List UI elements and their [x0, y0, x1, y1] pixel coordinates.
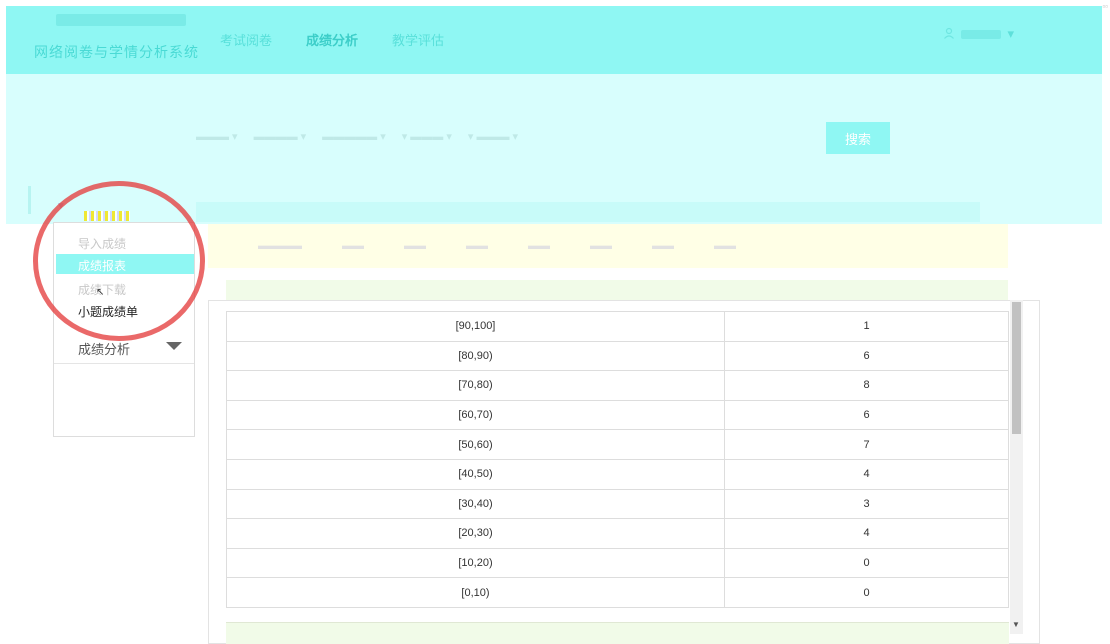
filter-type-select[interactable]: ▾ ▬▬▬ ▾: [402, 130, 452, 143]
caret-down-icon: ▾: [1007, 26, 1014, 41]
filter-subject-select[interactable]: ▬▬▬▬ ▾: [254, 130, 307, 143]
next-table-header: [226, 622, 1009, 644]
student-count-cell: 4: [724, 518, 1009, 549]
summary-cell: ▬▬: [528, 240, 550, 252]
filter-bar: ▬▬▬ ▾ ▬▬▬▬ ▾ ▬▬▬▬▬ ▾ ▾ ▬▬▬ ▾ ▾ ▬▬▬ ▾: [196, 130, 518, 143]
sidebar-divider: [54, 363, 194, 364]
score-range-cell: [10,20): [226, 547, 725, 579]
mouse-cursor-icon: ↖: [96, 287, 105, 298]
score-range-cell: [40,50): [226, 458, 725, 490]
distribution-header: [226, 280, 1008, 302]
table-row: [10,20) 0: [226, 547, 1009, 579]
student-count-cell: 8: [724, 370, 1009, 401]
table-row: [70,80) 8: [226, 370, 1009, 401]
table-row: [80,90) 6: [226, 340, 1009, 372]
summary-cell: ▬▬: [590, 240, 612, 252]
score-distribution-table: [90,100] 1 [80,90) 6 [70,80) 8 [60,70) 6 [50,60)…: [226, 311, 1009, 608]
table-row: [30,40) 3: [226, 488, 1009, 520]
student-count-cell: 6: [724, 399, 1009, 431]
summary-row: ▬▬▬▬ ▬▬ ▬▬ ▬▬ ▬▬ ▬▬ ▬▬ ▬▬: [208, 224, 1008, 268]
student-count-cell: 7: [724, 429, 1009, 460]
student-count-cell: 0: [724, 577, 1009, 608]
student-count-cell: 0: [724, 547, 1009, 579]
app-root: 网络阅卷与学情分析系统 考试阅卷 成绩分析 教学评估 ▾ ▬▬▬ ▾ ▬▬▬▬ …: [0, 0, 1110, 644]
summary-cell: ▬▬: [404, 240, 426, 252]
summary-cell: ▬▬▬▬: [258, 240, 302, 252]
score-range-cell: [50,60): [226, 429, 725, 460]
table-row: [90,100] 1: [226, 311, 1009, 342]
filter-class-select[interactable]: ▬▬▬▬▬ ▾: [322, 130, 386, 143]
summary-cell: ▬▬: [466, 240, 488, 252]
sidebar-section-score-analysis[interactable]: 成绩分析: [78, 339, 130, 358]
filter-exam-select[interactable]: ▬▬▬ ▾: [196, 130, 238, 143]
main-nav: 考试阅卷 成绩分析 教学评估: [220, 30, 444, 49]
summary-cell: ▬▬: [342, 240, 364, 252]
score-range-cell: [0,10): [226, 577, 725, 608]
logo-mark: [56, 14, 186, 26]
table-row: [20,30) 4: [226, 518, 1009, 549]
corner-mark: ▫▫: [1102, 2, 1108, 11]
user-icon: [943, 27, 955, 42]
summary-cell: ▬▬: [714, 240, 736, 252]
nav-exam-marking[interactable]: 考试阅卷: [220, 30, 272, 49]
menu-indicator: [28, 186, 31, 214]
table-row: [60,70) 6: [226, 399, 1009, 431]
nav-teaching-evaluation[interactable]: 教学评估: [392, 30, 444, 49]
nav-score-analysis[interactable]: 成绩分析: [306, 30, 358, 49]
user-menu[interactable]: ▾: [943, 26, 1014, 42]
score-range-cell: [60,70): [226, 399, 725, 431]
top-header: 网络阅卷与学情分析系统 考试阅卷 成绩分析 教学评估 ▾: [6, 6, 1102, 74]
score-range-cell: [90,100]: [226, 311, 725, 342]
score-range-cell: [70,80): [226, 370, 725, 401]
summary-cell: ▬▬: [652, 240, 674, 252]
score-range-cell: [20,30): [226, 518, 725, 549]
student-count-cell: 3: [724, 488, 1009, 520]
table-row: [0,10) 0: [226, 577, 1009, 608]
search-button[interactable]: 搜索: [826, 122, 890, 154]
table-row: [50,60) 7: [226, 429, 1009, 460]
chevron-down-icon[interactable]: [166, 342, 182, 350]
user-name-redacted: [961, 29, 1002, 39]
filter-date-select[interactable]: ▾ ▬▬▬ ▾: [468, 130, 518, 143]
student-count-cell: 4: [724, 458, 1009, 490]
system-title: 网络阅卷与学情分析系统: [34, 44, 199, 60]
annotation-circle: [33, 181, 205, 341]
student-count-cell: 1: [724, 311, 1009, 342]
scroll-down-arrow-icon[interactable]: ▼: [1012, 620, 1020, 629]
table-row: [40,50) 4: [226, 458, 1009, 490]
scrollbar-thumb[interactable]: [1012, 302, 1021, 434]
stats-header-strip: [196, 202, 980, 222]
score-range-cell: [80,90): [226, 340, 725, 372]
student-count-cell: 6: [724, 340, 1009, 372]
score-range-cell: [30,40): [226, 488, 725, 520]
